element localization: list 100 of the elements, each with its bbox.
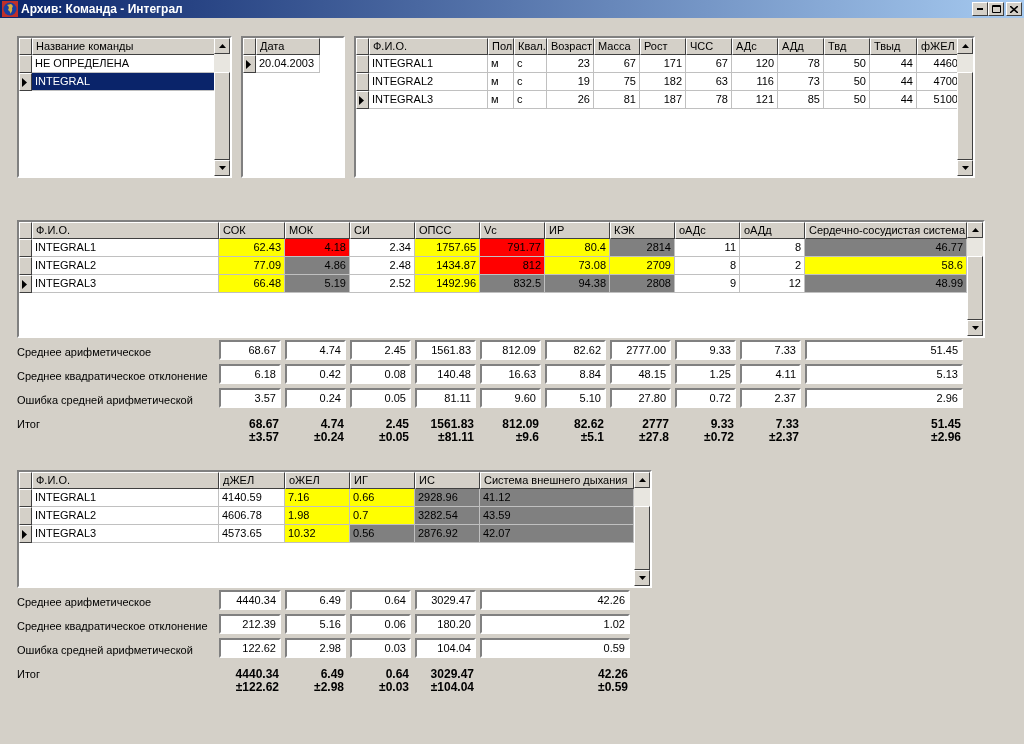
grid-corner-cell	[19, 38, 32, 55]
column-header[interactable]: ИР	[545, 222, 610, 239]
minimize-button[interactable]	[972, 2, 988, 16]
column-header[interactable]: ЧСС	[686, 38, 732, 55]
row-selector[interactable]	[356, 73, 369, 91]
column-header[interactable]: АДс	[732, 38, 778, 55]
close-icon	[1010, 5, 1018, 13]
row-selector[interactable]	[19, 489, 32, 507]
total-error: ±27.8	[639, 431, 669, 444]
column-header[interactable]: Твд	[824, 38, 870, 55]
table-cell: 1434.87	[415, 257, 480, 275]
row-selector[interactable]	[19, 239, 32, 257]
value-field: 27.80	[610, 388, 671, 408]
scroll-up-button[interactable]	[214, 38, 230, 54]
row-pointer-icon	[22, 529, 27, 539]
scroll-down-button[interactable]	[957, 160, 973, 176]
vertical-scrollbar[interactable]	[214, 38, 230, 176]
row-selector[interactable]	[19, 55, 32, 73]
table-cell: 44	[870, 73, 917, 91]
column-header[interactable]: Твыд	[870, 38, 917, 55]
row-selector[interactable]	[243, 55, 256, 73]
column-header[interactable]: фЖЕЛ	[917, 38, 957, 55]
table-cell: 62.43	[219, 239, 285, 257]
table-cell: 73.08	[545, 257, 610, 275]
row-selector[interactable]	[19, 275, 32, 293]
total-error: ±104.04	[430, 681, 474, 694]
column-header[interactable]: Ф.И.О.	[32, 222, 219, 239]
column-header[interactable]: Сердечно-сосудистая система	[805, 222, 967, 239]
column-header[interactable]: ИС	[415, 472, 480, 489]
total-label: Итог	[17, 418, 41, 432]
row-selector[interactable]	[356, 91, 369, 109]
column-header[interactable]: СОК	[219, 222, 285, 239]
close-button[interactable]	[1006, 2, 1022, 16]
table-cell: 46.77	[805, 239, 967, 257]
scroll-down-button[interactable]	[634, 570, 650, 586]
scroll-up-button[interactable]	[957, 38, 973, 54]
column-header[interactable]: Vc	[480, 222, 545, 239]
row-selector[interactable]	[356, 55, 369, 73]
row-pointer-icon	[22, 279, 27, 289]
column-header[interactable]: Дата	[256, 38, 320, 55]
column-header[interactable]: Ф.И.О.	[32, 472, 219, 489]
data-grid[interactable]: Ф.И.О. Пол Квал. Возраст Масса Рост ЧСС АДс АДд Твд Твыд фЖЕЛ INTEGRAL1 м с 23 67 171 67 120 78 50 44 4460 INTEGRAL2 м с 19 75 182 63 116 73 50 44 4700 INTEGRAL3 м с 26 81 187 78 121 85 50 44 5100	[354, 36, 975, 178]
vertical-scrollbar[interactable]	[634, 472, 650, 586]
value-field: 2.96	[805, 388, 963, 408]
scroll-down-button[interactable]	[967, 320, 983, 336]
column-header[interactable]: ИГ	[350, 472, 415, 489]
table-cell: 67	[686, 55, 732, 73]
column-header[interactable]: КЭК	[610, 222, 675, 239]
column-header[interactable]: Система внешнего дыхания	[480, 472, 634, 489]
total-mean: 1561.83	[430, 418, 474, 431]
column-header[interactable]: Пол	[488, 38, 514, 55]
minimize-icon	[977, 8, 983, 10]
column-header[interactable]: Возраст	[547, 38, 594, 55]
row-selector[interactable]	[19, 525, 32, 543]
table-cell: 11	[675, 239, 740, 257]
data-grid[interactable]: Дата 20.04.2003	[241, 36, 345, 178]
row-pointer-icon	[22, 77, 27, 87]
total-error: ±0.05	[379, 431, 409, 444]
data-grid[interactable]: Название команды НЕ ОПРЕДЕЛЕНА INTEGRAL	[17, 36, 232, 178]
table-cell: 12	[740, 275, 805, 293]
value-field: 9.33	[675, 340, 736, 360]
row-selector[interactable]	[19, 507, 32, 525]
column-header[interactable]: АДд	[778, 38, 824, 55]
value-field: 3029.47	[415, 590, 476, 610]
scroll-up-button[interactable]	[634, 472, 650, 488]
row-selector[interactable]	[19, 73, 32, 91]
table-cell: 19	[547, 73, 594, 91]
total-error: ±9.6	[515, 431, 539, 444]
column-header[interactable]: Масса	[594, 38, 640, 55]
vertical-scrollbar[interactable]	[957, 38, 973, 176]
table-cell: м	[488, 55, 514, 73]
column-header[interactable]: ОПСС	[415, 222, 480, 239]
maximize-icon	[991, 5, 1001, 13]
column-header[interactable]: МОК	[285, 222, 350, 239]
column-header[interactable]: Ф.И.О.	[369, 38, 488, 55]
column-header[interactable]: Рост	[640, 38, 686, 55]
value-field: 8.84	[545, 364, 606, 384]
table-cell: 7.16	[285, 489, 350, 507]
vertical-scrollbar[interactable]	[967, 222, 983, 336]
maximize-button[interactable]	[988, 2, 1004, 16]
column-header[interactable]: оАДс	[675, 222, 740, 239]
value-field: 82.62	[545, 340, 606, 360]
column-header[interactable]: Квал.	[514, 38, 547, 55]
column-header[interactable]: оЖЕЛ	[285, 472, 350, 489]
column-header[interactable]: СИ	[350, 222, 415, 239]
column-header[interactable]: Название команды	[32, 38, 214, 55]
data-grid[interactable]	[17, 220, 985, 338]
column-header[interactable]: оАДд	[740, 222, 805, 239]
stat-label: Среднее квадратическое отклонение	[17, 619, 209, 634]
table-cell: м	[488, 91, 514, 109]
value-field: 180.20	[415, 614, 476, 634]
scroll-up-button[interactable]	[967, 222, 983, 238]
table-cell: 2876.92	[415, 525, 480, 543]
scroll-down-button[interactable]	[214, 160, 230, 176]
table-cell: 2.52	[350, 275, 415, 293]
column-header[interactable]: дЖЕЛ	[219, 472, 285, 489]
row-selector[interactable]	[19, 257, 32, 275]
data-grid[interactable]: Ф.И.О. дЖЕЛ оЖЕЛ ИГ ИС Система внешнего дыхания INTEGRAL1 4140.59 7.16 0.66 2928.96 41.12 INTEGRAL2 4606.78 1.98 0.7 3282.54 43.59 INTEGRAL3 4573.65 10.32 0.56 2876.92 42.07	[17, 470, 652, 588]
table-cell: м	[488, 73, 514, 91]
table-cell: 1757.65	[415, 239, 480, 257]
